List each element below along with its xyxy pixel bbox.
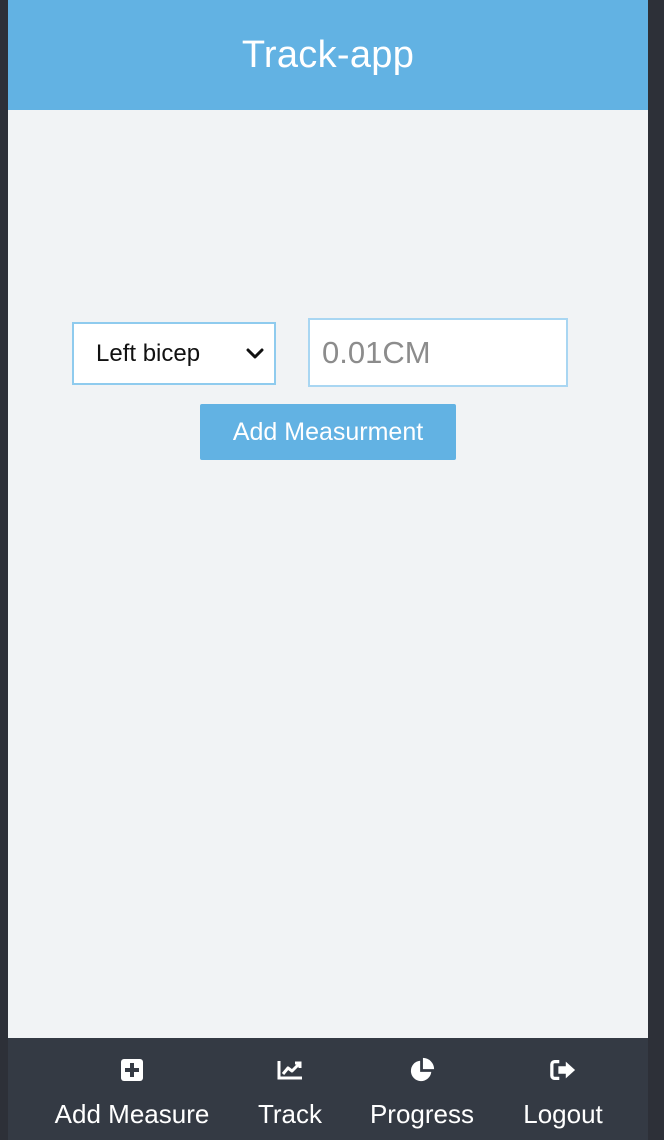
- nav-item-progress[interactable]: Progress: [364, 1038, 480, 1140]
- nav-label-track: Track: [257, 1099, 323, 1129]
- plus-square-icon: [119, 1057, 145, 1083]
- measure-select-value: Left bicep: [96, 339, 201, 367]
- pie-chart-icon: [409, 1057, 435, 1083]
- bottom-nav: Add Measure Track Progress Logout: [8, 1038, 648, 1140]
- nav-label-logout: Logout: [523, 1099, 603, 1129]
- measure-select[interactable]: Left bicep: [72, 322, 276, 385]
- add-measurement-button[interactable]: Add Measurment: [200, 404, 456, 460]
- measurement-value-input[interactable]: [308, 318, 568, 387]
- logout-icon: [550, 1057, 576, 1083]
- nav-item-logout[interactable]: Logout: [516, 1038, 610, 1140]
- nav-label-add-measure: Add Measure: [54, 1099, 210, 1129]
- nav-item-track[interactable]: Track: [252, 1038, 328, 1140]
- nav-label-progress: Progress: [369, 1099, 475, 1129]
- app-header: Track-app: [8, 0, 648, 110]
- app-frame: Track-app Left bicep Add Measurment Add …: [8, 0, 648, 1140]
- chevron-down-icon: [246, 348, 264, 358]
- app-title: Track-app: [241, 33, 415, 76]
- nav-item-add-measure[interactable]: Add Measure: [50, 1038, 214, 1140]
- chart-line-icon: [277, 1057, 303, 1083]
